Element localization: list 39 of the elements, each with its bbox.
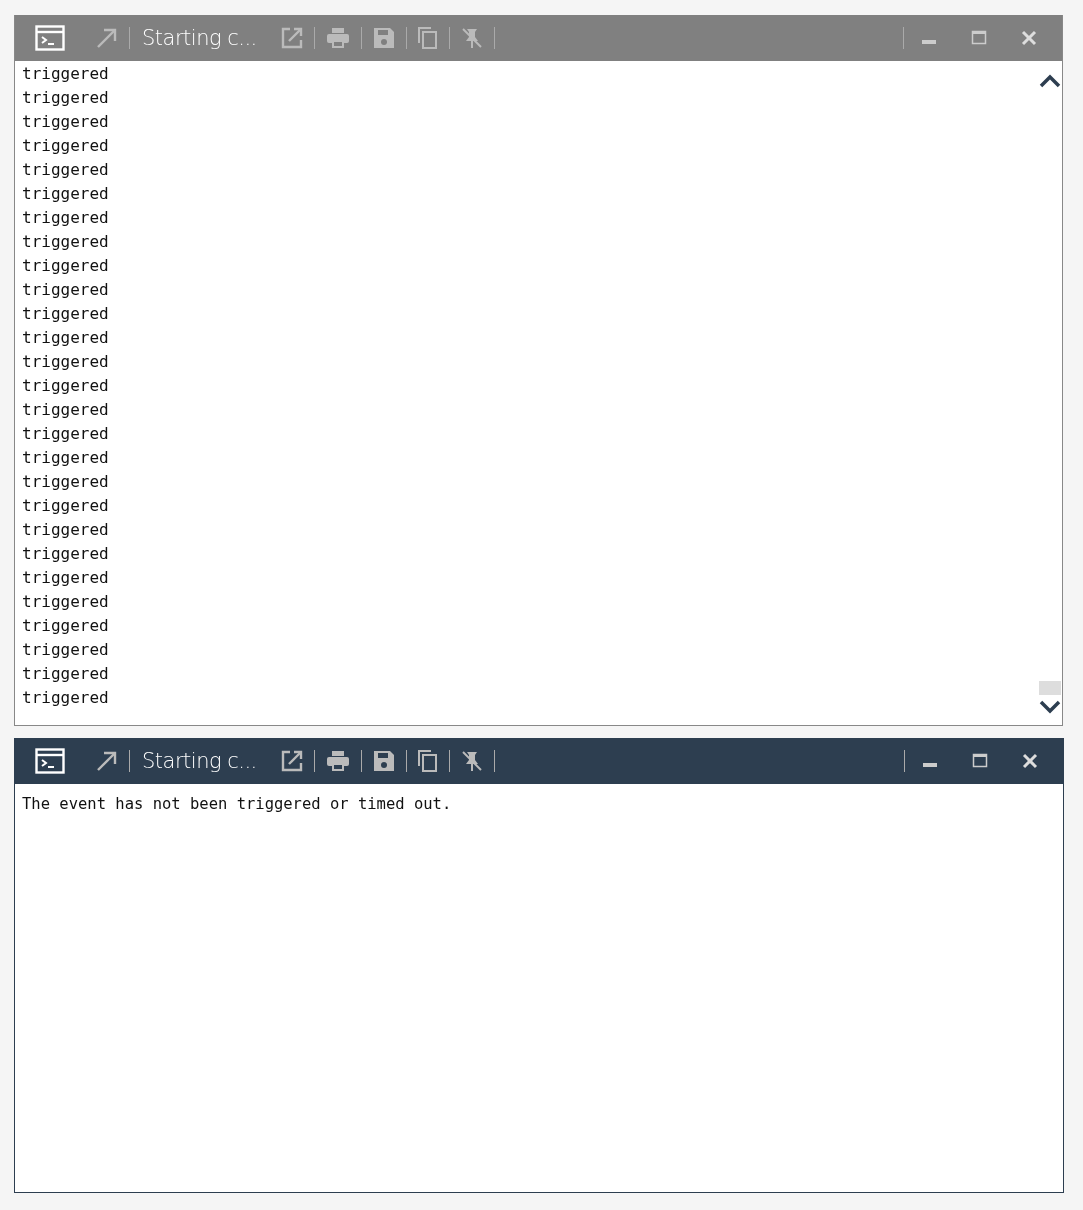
output-line: triggered (22, 351, 109, 373)
output-line: triggered (22, 87, 109, 109)
save-icon[interactable] (372, 750, 395, 772)
output-line: triggered (22, 159, 109, 181)
output-line: triggered (22, 447, 109, 469)
close-icon[interactable] (1022, 753, 1038, 769)
output-line: triggered (22, 375, 109, 397)
output-line: triggered (22, 615, 109, 637)
output-line: triggered (22, 111, 109, 133)
output-line: triggered (22, 399, 109, 421)
output-line: triggered (22, 279, 109, 301)
output-line: triggered (22, 567, 109, 589)
output-line: triggered (22, 183, 109, 205)
output-line: triggered (22, 207, 109, 229)
output-line: triggered (22, 255, 109, 277)
pin-off-icon[interactable] (460, 750, 483, 772)
output-line: triggered (22, 591, 109, 613)
output-line: triggered (22, 543, 109, 565)
output-line: triggered (22, 231, 109, 253)
window-title: Starting c... (142, 749, 257, 773)
output-line: triggered (22, 63, 109, 85)
arrow-icon[interactable] (96, 750, 118, 772)
output-line: triggered (22, 519, 109, 541)
print-icon[interactable] (325, 750, 350, 772)
external-link-icon[interactable] (280, 750, 303, 772)
maximize-icon[interactable] (972, 753, 988, 769)
output-line: triggered (22, 423, 109, 445)
console-icon[interactable] (35, 748, 65, 774)
output-line: triggered (22, 663, 109, 685)
window-title: Starting c... (142, 26, 257, 50)
output-line: triggered (22, 303, 109, 325)
output-line: triggered (22, 639, 109, 661)
output-line: triggered (22, 327, 109, 349)
output-line: triggered (22, 687, 109, 709)
output-line: triggered (22, 135, 109, 157)
output-line: triggered (22, 495, 109, 517)
output-line: triggered (22, 471, 109, 493)
output-line: The event has not been triggered or timed out. (22, 794, 452, 815)
copy-icon[interactable] (417, 750, 438, 772)
